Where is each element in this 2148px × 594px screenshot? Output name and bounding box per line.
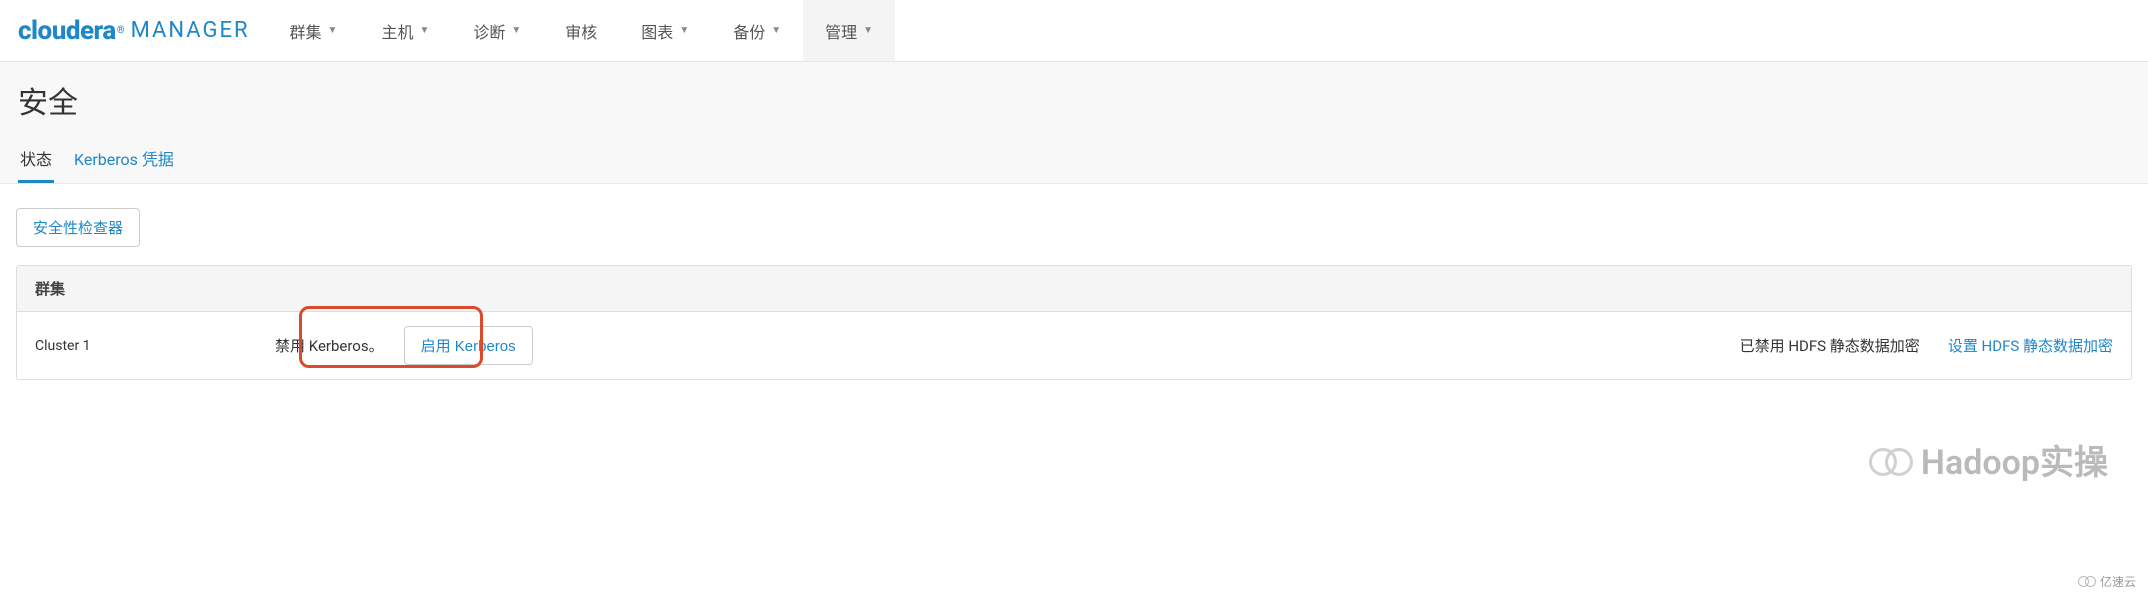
nav-label: 诊断	[473, 19, 505, 43]
caret-down-icon: ▼	[328, 25, 338, 36]
tab-label: 状态	[20, 150, 52, 169]
brand-cloudera: cloudera	[18, 16, 116, 46]
nav-items: 群集 ▼ 主机 ▼ 诊断 ▼ 审核 图表 ▼ 备份 ▼ 管理 ▼	[268, 0, 896, 61]
enable-kerberos-button[interactable]: 启用 Kerberos	[404, 326, 533, 365]
nav-label: 图表	[641, 19, 673, 43]
page-title: 安全	[18, 78, 2130, 122]
brand-registered: ®	[117, 25, 125, 36]
brand-logo[interactable]: cloudera ® MANAGER	[0, 0, 268, 61]
tabs: 状态 Kerberos 凭据	[18, 136, 2130, 183]
tab-kerberos-credentials[interactable]: Kerberos 凭据	[72, 136, 176, 183]
tab-label: Kerberos 凭据	[74, 150, 174, 169]
table-header-cluster: 群集	[17, 266, 2131, 312]
brand-manager: MANAGER	[131, 18, 250, 43]
footer-logo-icon	[2078, 576, 2096, 587]
cluster-table: 群集 Cluster 1 禁用 Kerberos。 启用 Kerberos 已禁…	[16, 265, 2132, 380]
watermark-text: Hadoop实操	[1921, 435, 2108, 484]
nav-diagnostics[interactable]: 诊断 ▼	[451, 0, 543, 61]
content: 安全性检查器 群集 Cluster 1 禁用 Kerberos。 启用 Kerb…	[0, 184, 2148, 404]
nav-label: 备份	[733, 19, 765, 43]
caret-down-icon: ▼	[419, 25, 429, 36]
nav-clusters[interactable]: 群集 ▼	[268, 0, 360, 61]
tab-status[interactable]: 状态	[18, 136, 54, 183]
page-header: 安全 状态 Kerberos 凭据	[0, 62, 2148, 184]
caret-down-icon: ▼	[511, 25, 521, 36]
nav-charts[interactable]: 图表 ▼	[619, 0, 711, 61]
caret-down-icon: ▼	[771, 25, 781, 36]
hdfs-encryption-status: 已禁用 HDFS 静态数据加密	[1740, 335, 1920, 356]
nav-admin[interactable]: 管理 ▼	[803, 0, 895, 61]
caret-down-icon: ▼	[863, 25, 873, 36]
nav-backup[interactable]: 备份 ▼	[711, 0, 803, 61]
nav-hosts[interactable]: 主机 ▼	[359, 0, 451, 61]
footer-brand: 亿速云	[2078, 573, 2136, 590]
nav-label: 管理	[825, 19, 857, 43]
table-row: Cluster 1 禁用 Kerberos。 启用 Kerberos 已禁用 H…	[17, 312, 2131, 379]
footer-brand-text: 亿速云	[2100, 573, 2136, 590]
nav-label: 主机	[381, 19, 413, 43]
security-checker-button[interactable]: 安全性检查器	[16, 208, 140, 247]
hdfs-encryption-link[interactable]: 设置 HDFS 静态数据加密	[1948, 335, 2113, 356]
nav-label: 群集	[290, 19, 322, 43]
top-navbar: cloudera ® MANAGER 群集 ▼ 主机 ▼ 诊断 ▼ 审核 图表 …	[0, 0, 2148, 62]
kerberos-status: 禁用 Kerberos。	[275, 335, 384, 356]
wechat-icon	[1869, 442, 1913, 478]
caret-down-icon: ▼	[679, 25, 689, 36]
nav-audit[interactable]: 审核	[543, 0, 619, 61]
nav-label: 审核	[565, 19, 597, 43]
cluster-name: Cluster 1	[35, 338, 255, 354]
watermark: Hadoop实操	[1869, 435, 2108, 484]
